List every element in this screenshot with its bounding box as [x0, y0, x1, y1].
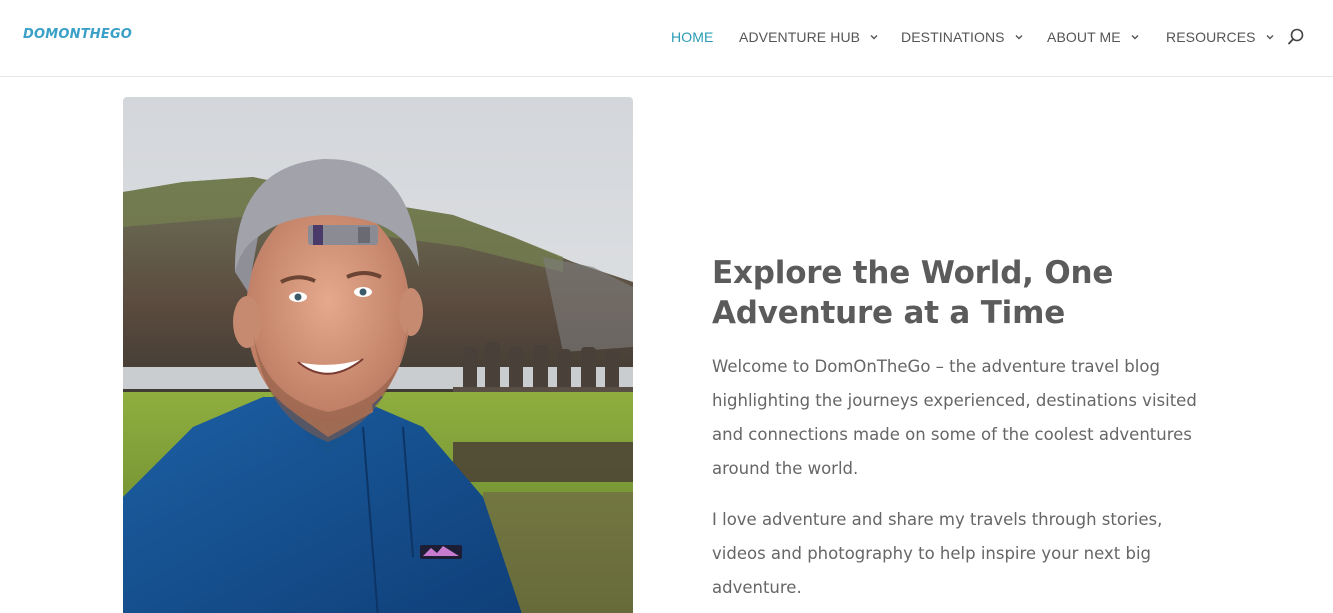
nav-item-label: HOME: [671, 29, 714, 45]
intro-section: Explore the World, One Adventure at a Ti…: [712, 253, 1212, 605]
site-header: DOMONTHEGO HOME ADVENTURE HUB DESTINATIO…: [0, 0, 1333, 77]
chevron-down-icon: [868, 31, 880, 43]
chevron-down-icon: [1264, 31, 1276, 43]
nav-item-resources[interactable]: RESOURCES: [1166, 27, 1276, 47]
chevron-down-icon: [1013, 31, 1025, 43]
nav-item-destinations[interactable]: DESTINATIONS: [901, 27, 1025, 47]
chevron-down-icon: [1129, 31, 1141, 43]
nav-item-adventure-hub[interactable]: ADVENTURE HUB: [739, 27, 880, 47]
nav-item-label: DESTINATIONS: [901, 29, 1005, 45]
nav-item-label: ABOUT ME: [1047, 29, 1121, 45]
site-logo[interactable]: DOMONTHEGO: [23, 27, 132, 42]
nav-item-label: ADVENTURE HUB: [739, 29, 861, 45]
intro-paragraph: Welcome to DomOnTheGo – the adventure tr…: [712, 357, 1197, 478]
search-icon[interactable]: [1286, 27, 1306, 47]
nav-item-about-me[interactable]: ABOUT ME: [1047, 27, 1141, 47]
nav-item-label: RESOURCES: [1166, 29, 1256, 45]
nav-item-home[interactable]: HOME: [671, 27, 713, 47]
hero-headline: Explore the World, One Adventure at a Ti…: [712, 255, 1114, 331]
hero-photo: [123, 97, 633, 613]
intro-paragraph: I love adventure and share my travels th…: [712, 510, 1163, 597]
